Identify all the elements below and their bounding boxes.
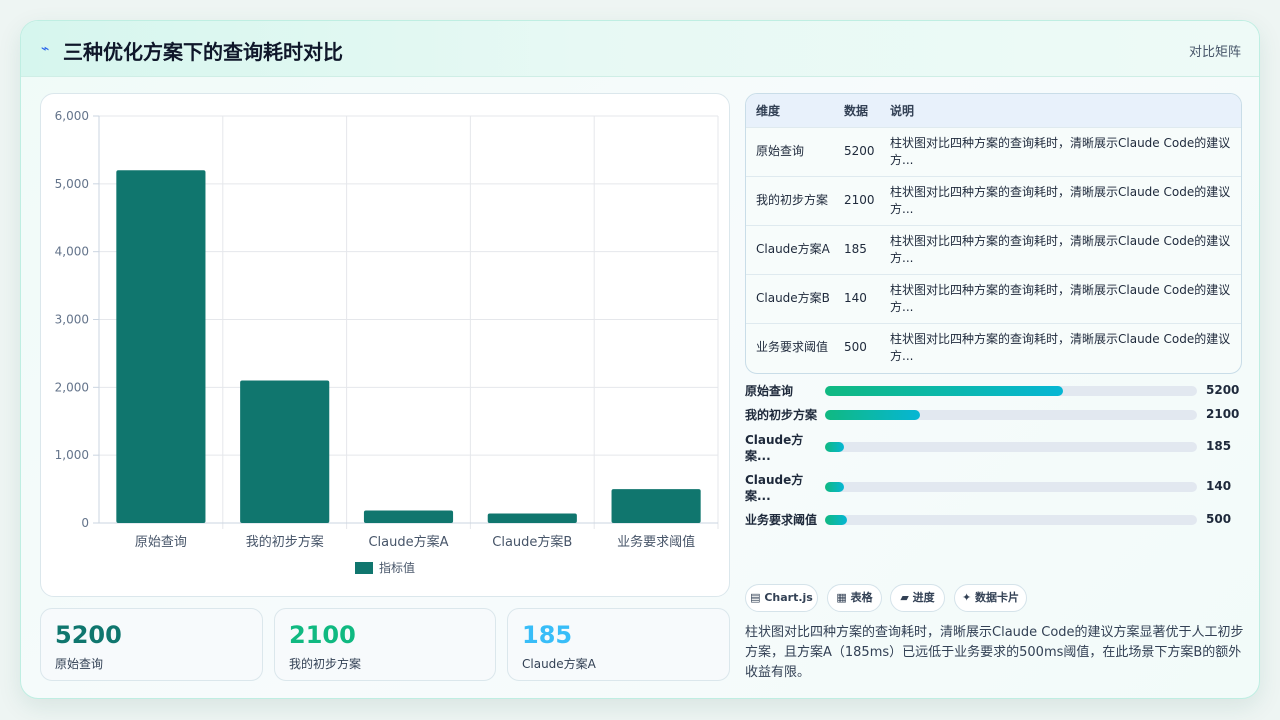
- cell-description: 柱状图对比四种方案的查询耗时，清晰展示Claude Code的建议方...: [890, 184, 1231, 216]
- progress-track: [825, 515, 1197, 525]
- progress-fill: [825, 515, 848, 525]
- cell-description: 柱状图对比四种方案的查询耗时，清晰展示Claude Code的建议方...: [890, 135, 1231, 167]
- cell-dimension: Claude方案B: [756, 291, 830, 305]
- bar-chart: 0 1,000 2,000 3,000 4,000 5,000 6,000 原始查询 我的初步方…: [55, 109, 719, 575]
- stat-label: 原始查询: [55, 657, 104, 671]
- bar: [240, 380, 330, 523]
- legend-swatch: [355, 562, 373, 574]
- bar: [487, 513, 577, 523]
- bar: [116, 170, 206, 523]
- cell-dimension: 业务要求阈值: [756, 340, 829, 355]
- cell-dimension: Claude方案A: [756, 242, 830, 256]
- progress-fill: [825, 442, 844, 452]
- cell-dimension: 我的初步方案: [756, 193, 829, 207]
- stat-card-initial: 2100 我的初步方案: [274, 608, 496, 681]
- progress-label: 原始查询: [745, 384, 794, 398]
- cell-value: 2100: [844, 193, 875, 207]
- chip-table[interactable]: ▦ 表格: [827, 584, 882, 612]
- cell-description: 柱状图对比四种方案的查询耗时，清晰展示Claude Code的建议方...: [890, 282, 1231, 314]
- progress-row: Claude方案... 140: [745, 472, 1242, 506]
- stat-label: 我的初步方案: [289, 657, 362, 671]
- y-tick-label: 2,000: [55, 380, 89, 394]
- y-tick-label: 3,000: [55, 313, 89, 327]
- stat-label: Claude方案A: [522, 657, 596, 671]
- header-bar: ⌁ 三种优化方案下的查询耗时对比 对比矩阵: [21, 21, 1259, 77]
- table-row: 我的初步方案 2100 柱状图对比四种方案的查询耗时，清晰展示Claude Co…: [746, 176, 1241, 225]
- table-row: 原始查询 5200 柱状图对比四种方案的查询耗时，清晰展示Claude Code…: [746, 127, 1241, 176]
- table-row: 业务要求阈值 500 柱状图对比四种方案的查询耗时，清晰展示Claude Cod…: [746, 323, 1241, 372]
- stat-value: 185: [522, 621, 573, 649]
- progress-track: [825, 386, 1197, 396]
- progress-fill: [825, 386, 1064, 396]
- bar: [611, 489, 701, 523]
- column-header: 数据: [844, 103, 869, 118]
- progress-value: 5200: [1206, 383, 1240, 397]
- column-header: 说明: [890, 103, 915, 118]
- progress-label: Claude方案...: [745, 433, 804, 463]
- view-label[interactable]: 对比矩阵: [1189, 41, 1241, 60]
- progress-track: [825, 482, 1197, 492]
- cell-value: 140: [844, 291, 867, 305]
- progress-value: 140: [1206, 479, 1232, 493]
- progress-value: 2100: [1206, 407, 1240, 421]
- progress-label: 业务要求阈值: [745, 513, 818, 527]
- x-tick-label: Claude方案B: [492, 534, 572, 550]
- table-header-row: 维度 数据 说明: [746, 94, 1241, 127]
- cell-value: 500: [844, 340, 867, 355]
- y-tick-label: 6,000: [55, 109, 89, 123]
- stat-value: 2100: [289, 621, 356, 649]
- progress-label: Claude方案...: [745, 473, 804, 503]
- lightning-icon: ⌁: [41, 41, 50, 57]
- cell-description: 柱状图对比四种方案的查询耗时，清晰展示Claude Code的建议方...: [890, 331, 1231, 363]
- bar: [363, 510, 454, 523]
- table-row: Claude方案B 140 柱状图对比四种方案的查询耗时，清晰展示Claude …: [746, 274, 1241, 323]
- cell-value: 5200: [844, 144, 875, 158]
- progress-row: Claude方案... 185: [745, 432, 1242, 466]
- chip-progress[interactable]: ▰ 进度: [890, 584, 945, 612]
- cell-description: 柱状图对比四种方案的查询耗时，清晰展示Claude Code的建议方...: [890, 233, 1231, 265]
- table-row: Claude方案A 185 柱状图对比四种方案的查询耗时，清晰展示Claude …: [746, 225, 1241, 274]
- summary-text: 柱状图对比四种方案的查询耗时，清晰展示Claude Code的建议方案显著优于人…: [745, 625, 1244, 680]
- y-tick-label: 1,000: [55, 448, 89, 462]
- cell-dimension: 原始查询: [756, 144, 805, 158]
- dashboard-card: ⌁ 三种优化方案下的查询耗时对比 对比矩阵 0 1,000 2,000 3,000 4,…: [20, 20, 1260, 699]
- progress-value: 185: [1206, 439, 1232, 453]
- column-header: 维度: [756, 103, 781, 118]
- stat-card-original: 5200 原始查询: [40, 608, 263, 681]
- progress-row: 我的初步方案 2100: [745, 407, 1242, 423]
- page-title: 三种优化方案下的查询耗时对比: [63, 40, 343, 64]
- y-tick-label: 4,000: [55, 245, 89, 259]
- x-tick-label: 业务要求阈值: [617, 534, 695, 550]
- chip-data-card[interactable]: ✦ 数据卡片: [954, 584, 1027, 612]
- progress-track: [825, 442, 1197, 452]
- stat-value: 5200: [55, 621, 122, 649]
- progress-value: 500: [1206, 512, 1232, 526]
- y-tick-label: 0: [81, 516, 89, 530]
- legend-label: 指标值: [379, 560, 415, 575]
- progress-fill: [825, 482, 844, 492]
- data-table: 维度 数据 说明 原始查询 5200 柱状图对比四种方案的查询耗时，清晰展示Cl…: [745, 93, 1242, 374]
- x-tick-label: 我的初步方案: [246, 534, 324, 550]
- stat-card-claude-a: 185 Claude方案A: [507, 608, 730, 681]
- progress-row: 原始查询 5200: [745, 383, 1242, 399]
- progress-label: 我的初步方案: [745, 408, 818, 422]
- x-tick-label: 原始查询: [135, 535, 187, 550]
- y-tick-label: 5,000: [55, 177, 89, 191]
- bar-chart-panel: 0 1,000 2,000 3,000 4,000 5,000 6,000 原始查询 我的初步方…: [40, 93, 730, 597]
- chip-chartjs[interactable]: ▤ Chart.js: [745, 584, 818, 612]
- progress-fill: [825, 410, 920, 420]
- progress-row: 业务要求阈值 500: [745, 512, 1242, 528]
- cell-value: 185: [844, 242, 867, 256]
- x-tick-label: Claude方案A: [368, 534, 448, 550]
- progress-track: [825, 410, 1197, 420]
